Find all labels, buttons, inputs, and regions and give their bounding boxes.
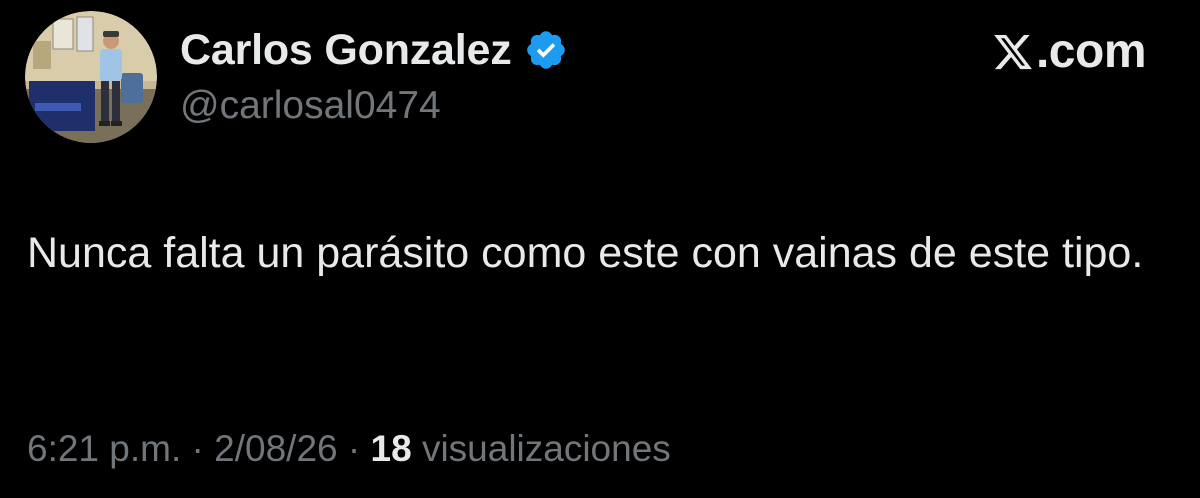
brand-watermark: .com <box>992 24 1147 80</box>
x-logo-icon <box>992 30 1034 74</box>
views-label: visualizaciones <box>421 428 671 469</box>
tweet-date[interactable]: 2/08/26 <box>214 428 337 469</box>
tweet-card: Carlos Gonzalez @carlosal0474 .com Nunca… <box>0 0 1200 498</box>
views-count: 18 <box>370 428 412 469</box>
separator: · <box>191 428 204 469</box>
tweet-time[interactable]: 6:21 p.m. <box>27 428 181 469</box>
tweet-text: Nunca falta un parásito como este con va… <box>27 229 1144 277</box>
brand-domain-text: .com <box>1035 25 1147 78</box>
author-display-name[interactable]: Carlos Gonzalez <box>180 24 512 76</box>
author-name-row: Carlos Gonzalez <box>180 24 568 76</box>
avatar[interactable] <box>25 11 157 143</box>
verified-badge-icon <box>524 28 568 72</box>
separator: · <box>347 428 361 469</box>
author-handle[interactable]: @carlosal0474 <box>180 82 441 130</box>
tweet-metadata: 6:21 p.m. · 2/08/26 · 18 visualizaciones <box>27 424 671 474</box>
avatar-photo <box>25 11 157 143</box>
